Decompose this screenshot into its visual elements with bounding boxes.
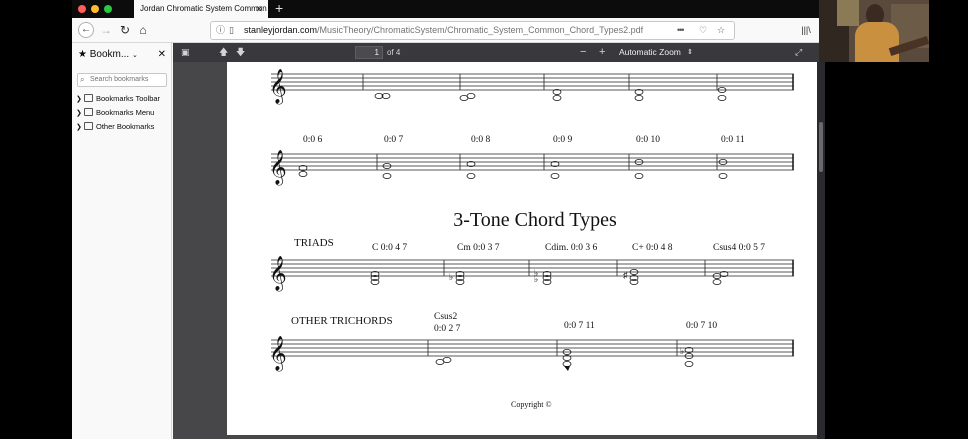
tab-close-icon[interactable]: ✕ <box>255 0 263 18</box>
navigation-toolbar: ← → ↻ ⌂ ⓘ ▯ stanleyjordan.com/MusicTheor… <box>72 18 819 43</box>
interval-label: 0:0 9 <box>553 135 573 145</box>
screen: Jordan Chromatic System Common ✕ + ← → ↻… <box>0 0 968 439</box>
accidentals: ♭ <box>680 346 684 356</box>
treble-clef-icon: 𝄞 <box>269 256 287 292</box>
bookmarks-search-input[interactable]: ⌕ Search bookmarks <box>77 73 167 87</box>
treble-clef-icon: 𝄞 <box>269 69 287 105</box>
folder-icon <box>84 122 93 130</box>
minimize-window-icon[interactable] <box>91 5 99 13</box>
bookmarks-sidebar: ★ Bookm... ⌄ ✕ ⌕ Search bookmarks ❯ Bookm… <box>72 43 172 439</box>
sheet-music: 𝄞 0:0 6 0:0 7 0:0 8 0:0 9 0:0 10 0:0 11 <box>269 69 795 409</box>
interval-label: 0:0 10 <box>636 135 660 145</box>
tab-title: Jordan Chromatic System Common <box>140 4 267 13</box>
zoom-value: Automatic Zoom <box>619 47 681 57</box>
staff-row-2 <box>270 153 795 171</box>
chord-label: Cm 0:0 3 7 <box>457 243 500 253</box>
chord-label: Cdim. 0:0 3 6 <box>545 243 598 253</box>
pocket-icon[interactable]: ♡ <box>699 22 707 39</box>
svg-text:♯: ♯ <box>623 270 628 280</box>
presentation-mode-icon[interactable]: ⤢ <box>795 43 802 62</box>
chevron-right-icon: ❯ <box>76 96 82 103</box>
updown-icon: ⇕ <box>687 49 693 56</box>
page-actions-icon[interactable]: ••• <box>677 22 685 39</box>
interval-label: 0:0 11 <box>721 135 745 145</box>
zoom-out-button[interactable]: − <box>580 43 586 62</box>
search-icon: ⌕ <box>80 75 85 84</box>
sidebar-item-bookmarks-menu[interactable]: ❯ Bookmarks Menu <box>76 107 154 119</box>
page-scrollbar[interactable] <box>817 62 825 439</box>
site-info-icon[interactable]: ⓘ <box>216 22 225 39</box>
library-icon[interactable]: |||\ <box>798 22 814 38</box>
treble-clef-icon: 𝄞 <box>269 336 287 372</box>
bookmark-star-icon[interactable]: ☆ <box>717 22 725 39</box>
sidebar-item-label: Bookmarks Menu <box>96 108 155 117</box>
chord-name: Csus2 <box>434 312 457 322</box>
sidebar-header: ★ Bookm... ⌄ ✕ <box>78 49 168 63</box>
other-trichords-label: OTHER TRICHORDS <box>291 315 393 327</box>
chevron-right-icon: ❯ <box>76 110 82 117</box>
section-heading: 3-Tone Chord Types <box>453 209 617 231</box>
pdf-toolbar: ▣ 🡅 🡇 1 of 4 − + Automatic Zoom ⇕ ⤢ <box>173 43 819 62</box>
pdf-page: 𝄞 0:0 6 0:0 7 0:0 8 0:0 9 0:0 10 0:0 11 <box>227 62 819 435</box>
folder-icon <box>84 94 93 102</box>
webcam-frame <box>837 0 859 26</box>
page-count: of 4 <box>387 48 401 57</box>
reload-button[interactable]: ↻ <box>117 22 133 38</box>
chord-label: 0:0 7 10 <box>686 321 717 331</box>
chord-label: Csus4 0:0 5 7 <box>713 243 765 253</box>
staff-row-4 <box>270 339 795 357</box>
chord-label: C 0:0 4 7 <box>372 243 407 253</box>
scrollbar-thumb[interactable] <box>819 122 823 172</box>
browser-window: Jordan Chromatic System Common ✕ + ← → ↻… <box>72 0 819 439</box>
zoom-window-icon[interactable] <box>104 5 112 13</box>
url-domain: stanleyjordan.com <box>244 25 318 35</box>
close-window-icon[interactable] <box>78 5 86 13</box>
interval-label: 0:0 7 <box>384 135 404 145</box>
chevron-right-icon: ❯ <box>76 124 82 131</box>
sidebar-item-label: Bookmarks Toolbar <box>96 94 161 103</box>
url-text[interactable]: stanleyjordan.com/MusicTheory/ChromaticS… <box>244 22 643 39</box>
interval-label: 0:0 6 <box>303 135 323 145</box>
home-button[interactable]: ⌂ <box>135 22 151 38</box>
search-placeholder: Search bookmarks <box>90 76 149 83</box>
star-icon: ★ <box>78 49 87 60</box>
triads-label: TRIADS <box>294 237 334 249</box>
svg-text:♭: ♭ <box>534 274 538 284</box>
tab-active[interactable]: Jordan Chromatic System Common ✕ <box>134 0 268 18</box>
zoom-in-button[interactable]: + <box>599 43 605 62</box>
sidebar-title[interactable]: Bookm... <box>90 49 129 60</box>
treble-clef-icon: 𝄞 <box>269 150 287 186</box>
sidebar-item-other-bookmarks[interactable]: ❯ Other Bookmarks <box>76 121 154 133</box>
tab-bar: Jordan Chromatic System Common ✕ + <box>72 0 819 18</box>
close-sidebar-icon[interactable]: ✕ <box>158 49 166 60</box>
person-shirt <box>855 22 899 62</box>
chevron-down-icon[interactable]: ⌄ <box>132 52 138 59</box>
staff-row-1 <box>270 73 795 91</box>
svg-text:♭: ♭ <box>449 272 453 282</box>
url-path: /MusicTheory/ChromaticSystem/Chromatic_S… <box>317 25 644 35</box>
interval-label: 0:0 8 <box>471 135 491 145</box>
sidebar-item-label: Other Bookmarks <box>96 122 155 131</box>
pdf-viewer[interactable]: 𝄞 0:0 6 0:0 7 0:0 8 0:0 9 0:0 10 0:0 11 <box>173 62 819 439</box>
new-tab-button[interactable]: + <box>275 0 283 17</box>
back-button[interactable]: ← <box>78 22 94 38</box>
staff-row-4-notes <box>435 346 694 367</box>
chord-label: 0:0 7 11 <box>564 321 595 331</box>
url-bar[interactable]: ⓘ ▯ stanleyjordan.com/MusicTheory/Chroma… <box>210 21 735 40</box>
chord-label: 0:0 2 7 <box>434 324 461 334</box>
next-page-icon[interactable]: 🡇 <box>236 43 245 62</box>
pdf-page-icon: ▯ <box>229 25 234 35</box>
cursor-icon <box>564 366 570 371</box>
sidebar-item-bookmarks-toolbar[interactable]: ❯ Bookmarks Toolbar <box>76 93 160 105</box>
forward-button[interactable]: → <box>98 22 114 38</box>
folder-icon <box>84 108 93 116</box>
copyright-text: Copyright © <box>511 400 552 409</box>
previous-page-icon[interactable]: 🡅 <box>219 43 228 62</box>
chord-label: C+ 0:0 4 8 <box>632 243 673 253</box>
page-number-input[interactable]: 1 <box>355 46 383 59</box>
toggle-sidebar-icon[interactable]: ▣ <box>181 43 190 62</box>
staff-row-1-notes <box>374 86 727 102</box>
zoom-select[interactable]: Automatic Zoom ⇕ <box>615 45 701 60</box>
webcam-video <box>819 0 929 62</box>
